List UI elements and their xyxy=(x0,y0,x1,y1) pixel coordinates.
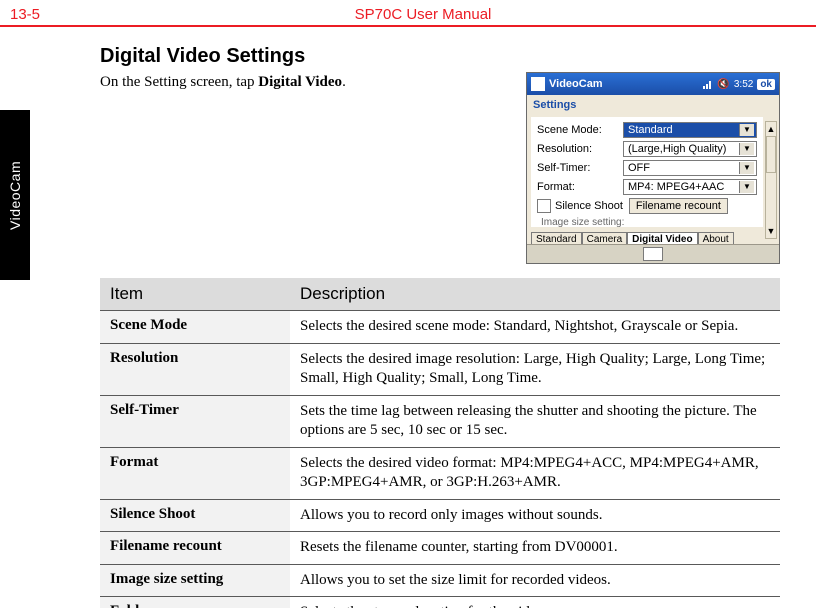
self-timer-value: OFF xyxy=(628,162,650,174)
clock-label: 3:52 xyxy=(734,79,753,90)
cell-desc: Selects the desired video format: MP4:MP… xyxy=(290,447,780,499)
cell-desc: Allows you to set the size limit for rec… xyxy=(290,564,780,597)
scroll-up-icon[interactable]: ▲ xyxy=(766,122,776,136)
cell-item: Scene Mode xyxy=(100,311,290,344)
table-row: Self-Timer Sets the time lag between rel… xyxy=(100,395,780,447)
cell-item: Format xyxy=(100,447,290,499)
resolution-combo[interactable]: (Large,High Quality) ▼ xyxy=(623,141,757,157)
document-title: SP70C User Manual xyxy=(40,6,806,23)
chevron-down-icon: ▼ xyxy=(739,143,754,155)
silence-shoot-label: Silence Shoot xyxy=(555,200,623,212)
filename-recount-button[interactable]: Filename recount xyxy=(629,198,728,214)
cell-desc: Selects the desired scene mode: Standard… xyxy=(290,311,780,344)
settings-heading: Settings xyxy=(527,95,779,117)
start-icon[interactable] xyxy=(531,77,545,91)
chevron-down-icon: ▼ xyxy=(739,162,754,174)
table-row: Resolution Selects the desired image res… xyxy=(100,343,780,395)
scene-mode-combo[interactable]: Standard ▼ xyxy=(623,122,757,138)
resolution-label: Resolution: xyxy=(537,143,623,155)
chevron-down-icon: ▼ xyxy=(739,181,754,193)
table-row: Folder Selects the storage location for … xyxy=(100,597,780,608)
col-header-item: Item xyxy=(100,278,290,311)
silence-shoot-checkbox[interactable] xyxy=(537,199,551,213)
sip-bar xyxy=(527,244,779,263)
table-row: Scene Mode Selects the desired scene mod… xyxy=(100,311,780,344)
intro-text: On the Setting screen, tap Digital Video… xyxy=(100,74,346,91)
cell-desc: Resets the filename counter, starting fr… xyxy=(290,532,780,565)
table-row: Image size setting Allows you to set the… xyxy=(100,564,780,597)
scroll-thumb[interactable] xyxy=(766,136,776,173)
page-number: 13-5 xyxy=(10,6,40,23)
format-label: Format: xyxy=(537,181,623,193)
cell-desc: Allows you to record only images without… xyxy=(290,499,780,532)
intro-bold: Digital Video xyxy=(258,74,342,90)
cell-desc: Selects the storage location for the vid… xyxy=(290,597,780,608)
format-combo[interactable]: MP4: MPEG4+AAC ▼ xyxy=(623,179,757,195)
speaker-icon[interactable]: 🔇 xyxy=(717,79,729,90)
tab-strip: Standard Camera Digital Video About xyxy=(531,227,763,245)
cell-item: Self-Timer xyxy=(100,395,290,447)
cell-desc: Sets the time lag between releasing the … xyxy=(290,395,780,447)
chevron-down-icon: ▼ xyxy=(739,124,754,136)
page-header: 13-5 SP70C User Manual xyxy=(0,0,816,27)
cell-item: Silence Shoot xyxy=(100,499,290,532)
scroll-down-icon[interactable]: ▼ xyxy=(766,224,776,238)
ok-button[interactable]: ok xyxy=(757,79,775,90)
self-timer-combo[interactable]: OFF ▼ xyxy=(623,160,757,176)
table-row: Filename recount Resets the filename cou… xyxy=(100,532,780,565)
self-timer-label: Self-Timer: xyxy=(537,162,623,174)
intro-pre: On the Setting screen, tap xyxy=(100,74,258,90)
signal-icon xyxy=(703,79,713,89)
format-value: MP4: MPEG4+AAC xyxy=(628,181,724,193)
side-tab-videocam: VideoCam xyxy=(0,110,30,280)
device-screenshot: VideoCam 🔇 3:52 ok Settings Scene Mode: … xyxy=(526,72,780,264)
scene-mode-label: Scene Mode: xyxy=(537,124,623,136)
settings-table: Item Description Scene Mode Selects the … xyxy=(100,278,780,608)
keyboard-icon[interactable] xyxy=(643,247,663,261)
form-area: Scene Mode: Standard ▼ Resolution: (Larg… xyxy=(531,117,763,235)
titlebar: VideoCam 🔇 3:52 ok xyxy=(527,73,779,95)
cell-item: Image size setting xyxy=(100,564,290,597)
table-row: Silence Shoot Allows you to record only … xyxy=(100,499,780,532)
cell-item: Filename recount xyxy=(100,532,290,565)
cell-item: Folder xyxy=(100,597,290,608)
scrollbar[interactable]: ▲ ▼ xyxy=(765,121,777,239)
window-title: VideoCam xyxy=(549,78,699,90)
table-row: Format Selects the desired video format:… xyxy=(100,447,780,499)
intro-post: . xyxy=(342,74,346,90)
resolution-value: (Large,High Quality) xyxy=(628,143,726,155)
cell-desc: Selects the desired image resolution: La… xyxy=(290,343,780,395)
scene-mode-value: Standard xyxy=(628,124,673,136)
section-heading: Digital Video Settings xyxy=(100,45,780,68)
content-area: Digital Video Settings On the Setting sc… xyxy=(100,27,780,608)
cell-item: Resolution xyxy=(100,343,290,395)
col-header-description: Description xyxy=(290,278,780,311)
page: 13-5 SP70C User Manual VideoCam Digital … xyxy=(0,0,816,608)
